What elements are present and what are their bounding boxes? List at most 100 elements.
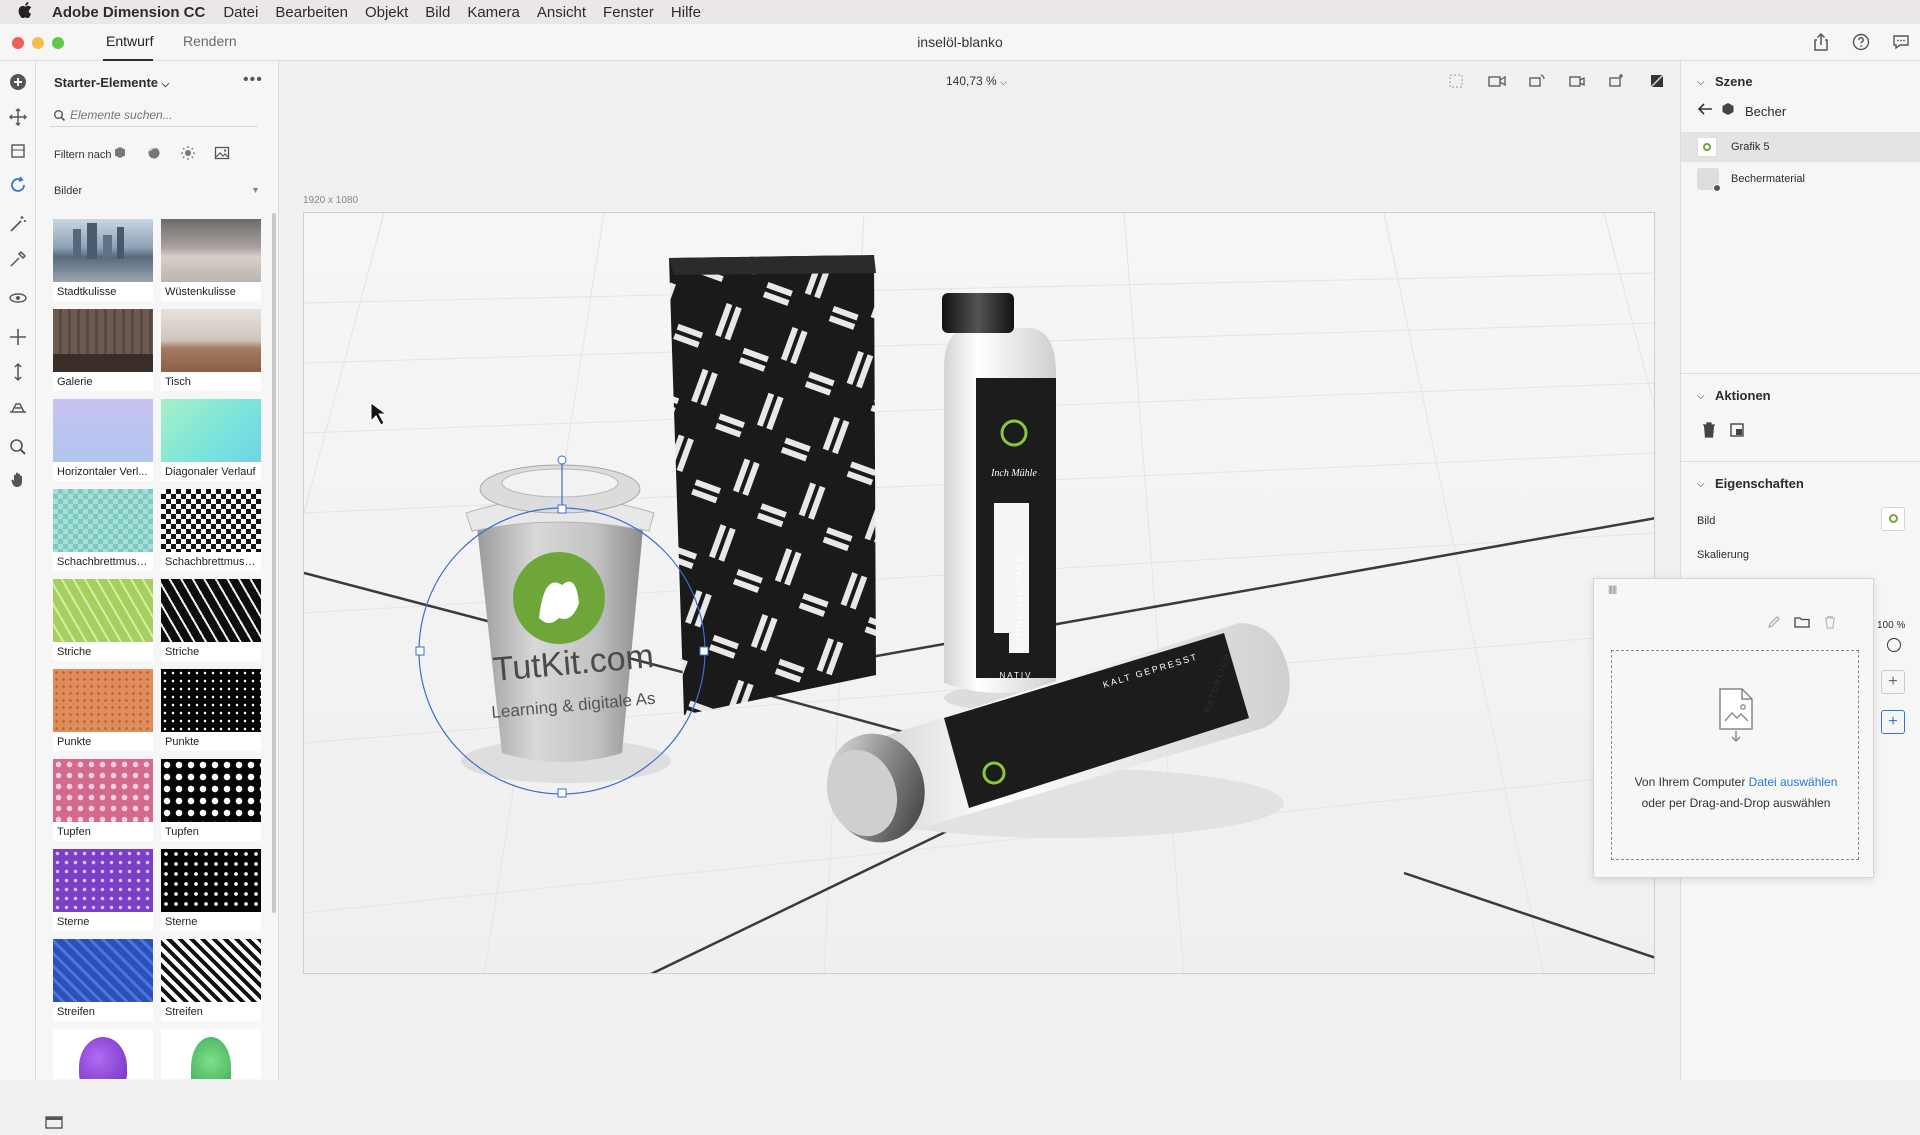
stars-thumbnail xyxy=(161,849,261,912)
edit-icon[interactable] xyxy=(1767,615,1781,634)
filter-images-icon[interactable] xyxy=(213,144,231,162)
chevron-down-icon[interactable]: ⌵ xyxy=(1697,77,1705,88)
chevron-down-icon[interactable]: ⌵ xyxy=(1697,479,1705,490)
asset-scrollbar[interactable] xyxy=(272,213,276,913)
add-icon[interactable]: + xyxy=(1881,670,1905,694)
select-tool-icon[interactable] xyxy=(7,106,29,128)
scene-item-grafik[interactable]: Grafik 5 xyxy=(1681,132,1920,162)
scene-canvas[interactable]: Inch Mühle SONNENBLUMEN NATIV KALT GEPRE… xyxy=(303,212,1655,974)
frame-tool-icon[interactable] xyxy=(7,140,29,162)
chevron-down-icon[interactable]: ⌵ xyxy=(1697,391,1705,402)
feedback-icon[interactable] xyxy=(1891,32,1911,52)
image-property-thumbnail[interactable] xyxy=(1881,507,1905,531)
asset-grid: Stadtkulisse Wüstenkulisse Galerie Tisch… xyxy=(53,219,263,1079)
menu-datei[interactable]: Datei xyxy=(223,4,258,21)
asset-item[interactable] xyxy=(53,1029,153,1079)
asset-item[interactable]: Tisch xyxy=(161,309,261,391)
camera-bookmark-icon[interactable] xyxy=(1487,72,1507,95)
asset-item[interactable]: Striche xyxy=(53,579,153,661)
fit-view-icon[interactable] xyxy=(1447,72,1465,95)
menu-bearbeiten[interactable]: Bearbeiten xyxy=(275,4,348,21)
more-options-icon[interactable]: ••• xyxy=(243,71,263,89)
hand-tool-icon[interactable] xyxy=(7,469,29,491)
scene-section-header[interactable]: Szene xyxy=(1715,74,1753,89)
asset-item[interactable]: Schachbrettmuster xyxy=(53,489,153,571)
horizon-tool-icon[interactable] xyxy=(7,397,29,419)
search-input[interactable] xyxy=(50,103,258,127)
asset-label: Galerie xyxy=(57,376,93,388)
asset-label: Sterne xyxy=(165,916,198,928)
dolly-camera-icon[interactable] xyxy=(7,361,29,383)
orbit-tool-icon[interactable] xyxy=(7,174,29,196)
assets-panel-title[interactable]: Starter-Elemente ⌵ xyxy=(54,75,169,90)
filter-lights-icon[interactable] xyxy=(179,144,197,162)
file-drop-zone[interactable]: Von Ihrem Computer Datei auswählen oder … xyxy=(1611,650,1859,860)
filter-materials-icon[interactable] xyxy=(145,144,163,162)
chevron-down-icon: ⌵ xyxy=(1000,77,1007,87)
menu-objekt[interactable]: Objekt xyxy=(365,4,408,21)
panel-toggle-icon[interactable] xyxy=(44,1114,64,1130)
app-name[interactable]: Adobe Dimension CC xyxy=(52,4,205,21)
trash-icon[interactable] xyxy=(1701,421,1717,444)
properties-section-header[interactable]: Eigenschaften xyxy=(1715,476,1804,491)
asset-item[interactable] xyxy=(161,1029,261,1079)
render-preview-icon[interactable] xyxy=(1648,72,1666,95)
bottle-label-1: SONNENBLUMEN xyxy=(1014,553,1024,653)
actions-section-header[interactable]: Aktionen xyxy=(1715,388,1771,403)
asset-label: Punkte xyxy=(165,736,200,748)
asset-item[interactable]: Striche xyxy=(161,579,261,661)
zoom-tool-icon[interactable] xyxy=(7,436,29,458)
magic-wand-icon[interactable] xyxy=(7,213,29,235)
scene-item-material[interactable]: Bechermaterial xyxy=(1681,164,1920,194)
apple-menu-icon[interactable] xyxy=(18,1,36,23)
rotate-camera-icon[interactable] xyxy=(1527,72,1547,95)
menu-fenster[interactable]: Fenster xyxy=(603,4,654,21)
asset-item[interactable]: Streifen xyxy=(161,939,261,1021)
stars-thumbnail xyxy=(53,849,153,912)
help-icon[interactable] xyxy=(1851,32,1871,52)
eyedropper-icon[interactable] xyxy=(7,248,29,270)
camera-view-icon[interactable] xyxy=(1567,72,1587,95)
asset-item[interactable]: Galerie xyxy=(53,309,153,391)
drag-handle-icon[interactable]: |||||| xyxy=(1608,584,1617,594)
filter-models-icon[interactable] xyxy=(111,144,129,162)
asset-item[interactable]: Sterne xyxy=(53,849,153,931)
asset-item[interactable]: Stadtkulisse xyxy=(53,219,153,301)
scene-item-label: Grafik 5 xyxy=(1731,141,1770,153)
asset-item[interactable]: Wüstenkulisse xyxy=(161,219,261,301)
folder-icon[interactable] xyxy=(1794,615,1810,634)
menu-bild[interactable]: Bild xyxy=(425,4,450,21)
share-icon[interactable] xyxy=(1811,32,1831,52)
asset-item[interactable]: Tupfen xyxy=(53,759,153,841)
chevron-down-icon[interactable]: ▼ xyxy=(251,185,260,195)
export-selection-icon[interactable] xyxy=(1729,422,1745,443)
slider-knob[interactable] xyxy=(1887,638,1901,652)
asset-item[interactable]: Tupfen xyxy=(161,759,261,841)
asset-item[interactable]: Punkte xyxy=(53,669,153,751)
asset-label: Stadtkulisse xyxy=(57,286,117,298)
asset-item[interactable]: Diagonaler Verlauf xyxy=(161,399,261,481)
add-content-icon[interactable] xyxy=(7,71,29,93)
menu-kamera[interactable]: Kamera xyxy=(467,4,520,21)
trash-icon[interactable] xyxy=(1823,615,1837,634)
pan-camera-icon[interactable] xyxy=(7,326,29,348)
new-camera-icon[interactable] xyxy=(1607,72,1627,95)
asset-item[interactable]: Streifen xyxy=(53,939,153,1021)
model-icon xyxy=(1721,102,1735,121)
orbit-camera-icon[interactable] xyxy=(7,287,29,309)
asset-label: Tupfen xyxy=(57,826,91,838)
asset-item[interactable]: Sterne xyxy=(161,849,261,931)
scene-parent-label[interactable]: Becher xyxy=(1745,104,1786,119)
asset-label: Striche xyxy=(165,646,200,658)
choose-file-link[interactable]: Datei auswählen xyxy=(1749,775,1838,789)
menu-hilfe[interactable]: Hilfe xyxy=(671,4,701,21)
back-arrow-icon[interactable] xyxy=(1697,102,1713,121)
asset-item[interactable]: Horizontaler Verl... xyxy=(53,399,153,481)
add-icon[interactable]: + xyxy=(1881,710,1905,734)
zoom-level-dropdown[interactable]: 140,73 % ⌵ xyxy=(946,74,1007,88)
asset-item[interactable]: Schachbrettmuster xyxy=(161,489,261,571)
asset-item[interactable]: Punkte xyxy=(161,669,261,751)
asset-label: Schachbrettmuster xyxy=(165,556,258,568)
menu-ansicht[interactable]: Ansicht xyxy=(537,4,586,21)
section-bilder[interactable]: Bilder xyxy=(54,185,82,197)
